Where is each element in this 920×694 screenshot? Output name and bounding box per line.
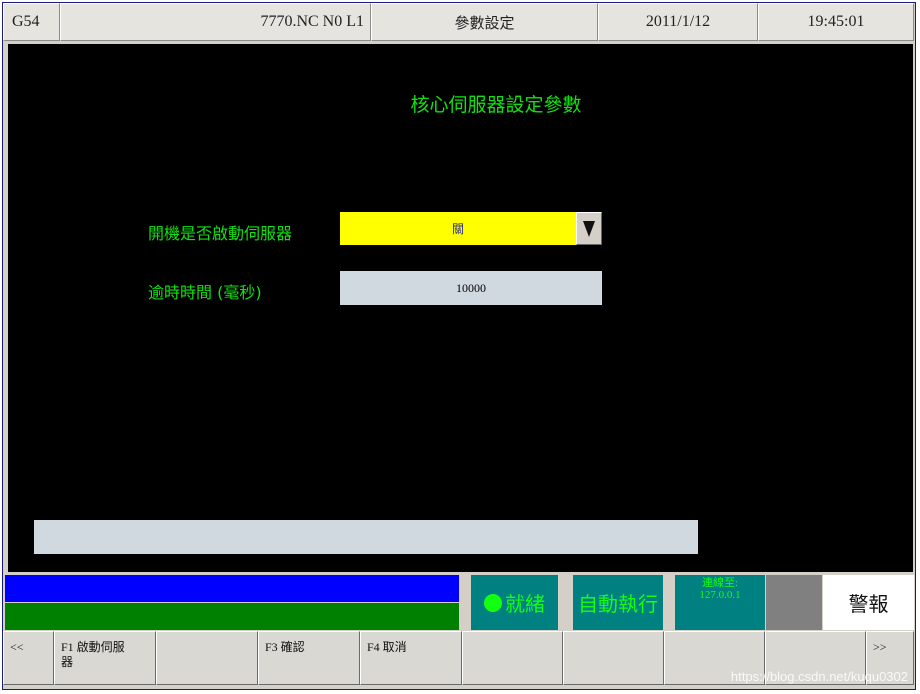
date-display: 2011/1/12: [598, 3, 758, 41]
main-panel: [8, 44, 913, 572]
connection-address: 127.0.0.1: [699, 589, 741, 601]
startup-server-value: 關: [451, 222, 464, 236]
timeout-input[interactable]: 10000: [340, 271, 602, 305]
dropdown-arrow-button[interactable]: [576, 212, 602, 245]
connection-status: 連線至: 127.0.0.1: [675, 575, 765, 630]
chevron-down-icon: [583, 220, 595, 237]
coordinate-system: G54: [3, 3, 60, 41]
connection-label: 連線至:: [701, 577, 739, 589]
status-blue-bar: [5, 575, 459, 602]
status-gray-block: [766, 575, 822, 630]
timeout-value: 10000: [456, 280, 486, 295]
field-label-timeout: 逾時時間 (毫秒): [148, 283, 262, 302]
startup-server-select[interactable]: 關: [340, 212, 576, 245]
time-display: 19:45:01: [758, 3, 914, 41]
program-info: 7770.NC N0 L1: [60, 3, 371, 41]
watermark: https://blog.csdn.net/kuqu0302: [730, 669, 908, 684]
f3-confirm-button[interactable]: F3 確認: [258, 631, 360, 685]
f5-button[interactable]: [462, 631, 563, 685]
prev-page-button[interactable]: <<: [3, 631, 54, 685]
alarm-button[interactable]: 警報: [823, 575, 914, 630]
f2-button[interactable]: [156, 631, 258, 685]
message-bar: [34, 520, 698, 554]
status-green-bar: [5, 603, 459, 630]
ready-label: 就緒: [505, 592, 545, 616]
ready-dot-icon: [484, 593, 502, 612]
auto-run-mode: 自動執行: [573, 575, 663, 630]
top-status-bar: G54 7770.NC N0 L1 參數設定 2011/1/12 19:45:0…: [3, 3, 914, 41]
page-title: 核心伺服器設定參數: [410, 94, 582, 116]
f1-start-server-button[interactable]: F1 啟動伺服器: [54, 631, 156, 685]
f6-button[interactable]: [563, 631, 664, 685]
field-label-startup-server: 開機是否啟動伺服器: [148, 224, 293, 243]
ready-indicator: 就緒: [471, 575, 558, 630]
screen-title: 參數設定: [371, 3, 598, 41]
f4-cancel-button[interactable]: F4 取消: [360, 631, 462, 685]
